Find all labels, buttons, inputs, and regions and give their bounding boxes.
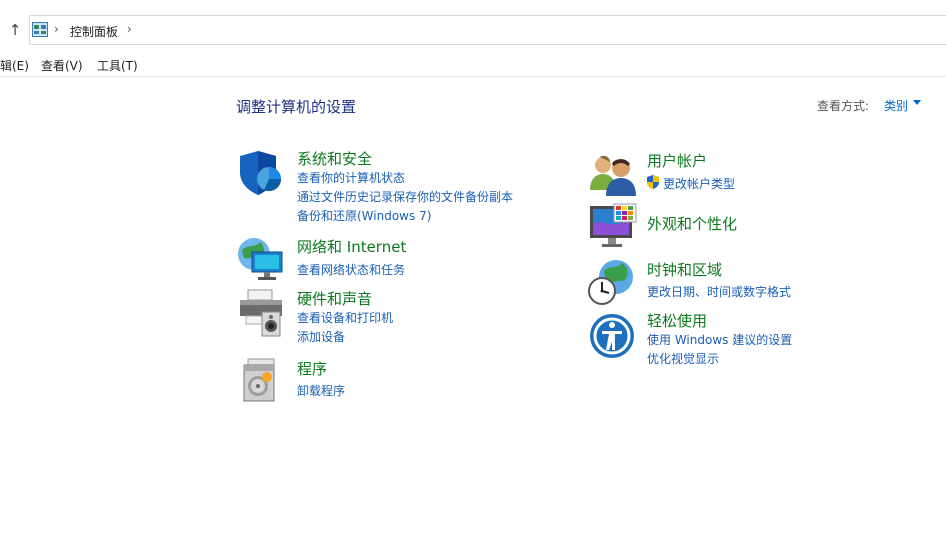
ease-of-access-icon	[590, 314, 634, 358]
link-change-account-type[interactable]: 更改帐户类型	[663, 175, 735, 192]
link-network-status[interactable]: 查看网络状态和任务	[297, 261, 405, 278]
link-devices-printers[interactable]: 查看设备和打印机	[297, 309, 393, 326]
address-bar[interactable]: › 控制面板 ›	[29, 15, 946, 45]
control-panel-icon	[32, 22, 48, 37]
printer-speaker-icon	[240, 289, 282, 337]
appearance-monitor-icon	[590, 203, 637, 247]
category-title-clock[interactable]: 时钟和区域	[647, 259, 722, 280]
breadcrumb-chevron-icon[interactable]: ›	[54, 22, 59, 36]
link-uninstall-program[interactable]: 卸载程序	[297, 382, 345, 399]
category-title-system-security[interactable]: 系统和安全	[297, 148, 372, 169]
menu-view[interactable]: 查看(V)	[41, 57, 83, 74]
network-globe-icon	[238, 238, 283, 280]
menu-bar: 编辑(E) 查看(V) 工具(T)	[0, 56, 946, 76]
link-change-date-time[interactable]: 更改日期、时间或数字格式	[647, 283, 791, 300]
programs-disc-icon	[243, 358, 275, 402]
menu-divider	[0, 76, 946, 77]
category-title-ease[interactable]: 轻松使用	[647, 310, 707, 331]
menu-tools[interactable]: 工具(T)	[97, 57, 138, 74]
link-backup-restore[interactable]: 备份和还原(Windows 7)	[297, 207, 431, 224]
category-title-hardware[interactable]: 硬件和声音	[297, 288, 372, 309]
category-title-network[interactable]: 网络和 Internet	[297, 236, 406, 257]
page-title: 调整计算机的设置	[236, 98, 357, 116]
menu-edit[interactable]: 编辑(E)	[0, 57, 29, 74]
category-title-appearance[interactable]: 外观和个性化	[647, 213, 737, 234]
breadcrumb-control-panel[interactable]: 控制面板	[70, 23, 118, 40]
category-title-programs[interactable]: 程序	[297, 358, 327, 379]
uac-shield-icon	[647, 175, 659, 189]
link-add-device[interactable]: 添加设备	[297, 328, 345, 345]
clock-globe-icon	[588, 260, 633, 305]
address-bar-row: ↑ › 控制面板 ›	[0, 14, 946, 46]
shield-icon	[240, 151, 282, 195]
users-icon	[590, 155, 636, 196]
category-title-users[interactable]: 用户帐户	[647, 150, 707, 171]
view-by-label: 查看方式:	[817, 99, 870, 113]
link-windows-recommended[interactable]: 使用 Windows 建议的设置	[647, 331, 792, 348]
caret-down-icon[interactable]	[913, 100, 921, 105]
link-optimize-visual[interactable]: 优化视觉显示	[647, 350, 719, 367]
up-arrow-icon[interactable]: ↑	[4, 20, 26, 42]
view-by-dropdown[interactable]: 类别	[884, 97, 908, 114]
link-view-computer-status[interactable]: 查看你的计算机状态	[297, 169, 405, 186]
link-file-history[interactable]: 通过文件历史记录保存你的文件备份副本	[297, 188, 513, 205]
breadcrumb-chevron-icon[interactable]: ›	[127, 22, 132, 36]
